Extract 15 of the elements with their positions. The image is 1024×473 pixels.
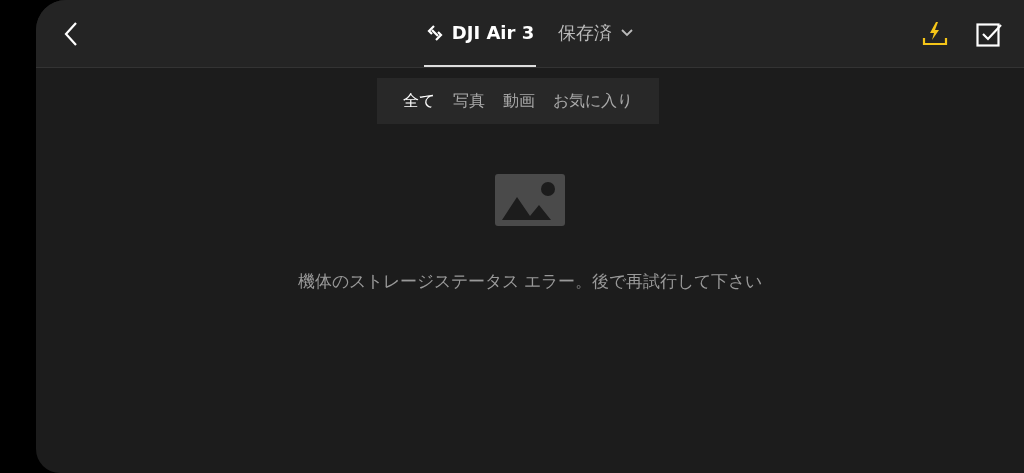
- checkbox-icon: [976, 20, 1002, 47]
- header-tab[interactable]: DJI Air 3: [423, 0, 537, 67]
- filter-tab[interactable]: 動画: [495, 84, 543, 118]
- download-button[interactable]: [922, 20, 948, 47]
- image-icon: [495, 174, 565, 226]
- select-button[interactable]: [976, 20, 1002, 47]
- filter-tab[interactable]: 全て: [395, 84, 443, 118]
- lightning-download-icon: [922, 20, 948, 47]
- header-tab[interactable]: 保存済: [556, 0, 637, 67]
- chevron-down-icon: [620, 28, 635, 37]
- link-icon: [425, 23, 444, 42]
- back-icon: [64, 20, 78, 47]
- filter-tab[interactable]: お気に入り: [545, 84, 641, 118]
- error-message: 機体のストレージステータス エラー。後で再試行して下さい: [297, 270, 763, 293]
- filter-tab[interactable]: 写真: [445, 84, 493, 118]
